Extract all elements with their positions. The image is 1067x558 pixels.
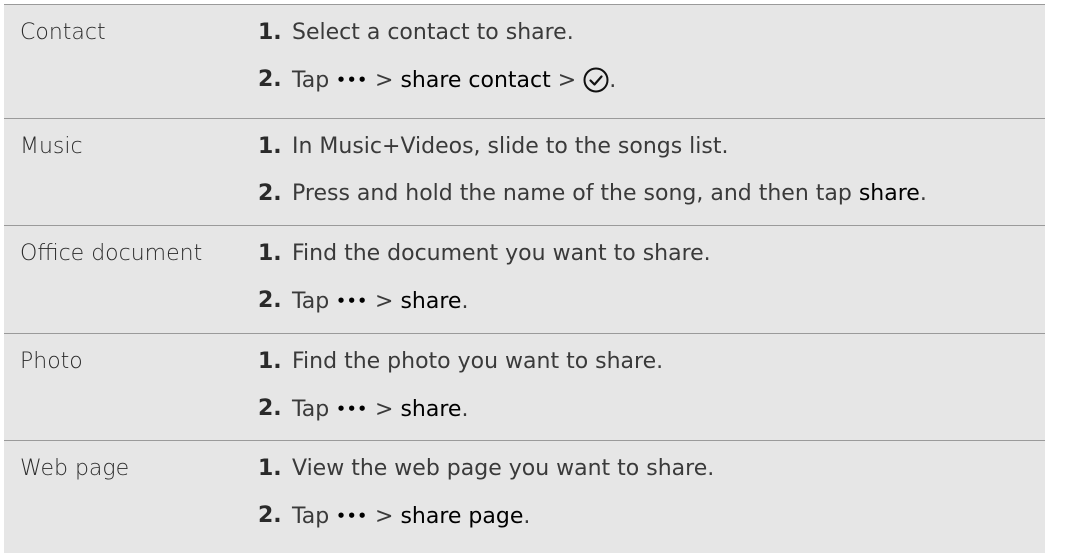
steps-list: 1. Find the photo you want to share. 2. … bbox=[258, 349, 1048, 443]
step-prefix: Tap bbox=[292, 289, 330, 314]
step-2: 2. Tap ••• > share. bbox=[258, 288, 1048, 314]
separator: > bbox=[375, 504, 394, 529]
step-number: 1. bbox=[258, 456, 282, 481]
step-2: 2. Press and hold the name of the song, … bbox=[258, 181, 1048, 207]
table-row-office-document: Office document 1. Find the document you… bbox=[4, 225, 1048, 336]
separator: > bbox=[375, 68, 394, 93]
item-label: Music bbox=[20, 134, 83, 159]
step-text: Select a contact to share. bbox=[292, 20, 574, 45]
step-text: View the web page you want to share. bbox=[292, 456, 715, 481]
step-2: 2. Tap ••• > share contact > . bbox=[258, 67, 1048, 93]
step-number: 2. bbox=[258, 181, 282, 206]
step-prefix: Tap bbox=[292, 397, 330, 422]
step-1: 1. View the web page you want to share. bbox=[258, 456, 1048, 482]
step-text: Tap ••• > share. bbox=[292, 288, 468, 315]
table-row-photo: Photo 1. Find the photo you want to shar… bbox=[4, 333, 1048, 443]
step-number: 2. bbox=[258, 288, 282, 313]
step-text: Press and hold the name of the song, and… bbox=[292, 181, 927, 207]
step-2: 2. Tap ••• > share page. bbox=[258, 503, 1048, 529]
step-prefix: Tap bbox=[292, 504, 330, 529]
step-text: Find the document you want to share. bbox=[292, 241, 711, 266]
table-row-music: Music 1. In Music+Videos, slide to the s… bbox=[4, 118, 1048, 228]
table-row-web-page: Web page 1. View the web page you want t… bbox=[4, 440, 1045, 553]
step-number: 1. bbox=[258, 20, 282, 45]
step-number: 1. bbox=[258, 241, 282, 266]
step-number: 2. bbox=[258, 396, 282, 421]
step-1: 1. Find the photo you want to share. bbox=[258, 349, 1048, 375]
step-1: 1. Find the document you want to share. bbox=[258, 241, 1048, 267]
step-text: Tap ••• > share page. bbox=[292, 503, 530, 530]
more-dots-icon: ••• bbox=[336, 71, 369, 89]
more-dots-icon: ••• bbox=[336, 292, 369, 310]
step-number: 2. bbox=[258, 67, 282, 92]
more-dots-icon: ••• bbox=[336, 400, 369, 418]
step-prefix: Press and hold the name of the song, and… bbox=[292, 181, 852, 206]
step-number: 1. bbox=[258, 134, 282, 159]
steps-list: 1. View the web page you want to share. … bbox=[258, 456, 1048, 550]
step-2: 2. Tap ••• > share. bbox=[258, 396, 1048, 422]
steps-list: 1. Select a contact to share. 2. Tap •••… bbox=[258, 20, 1048, 114]
step-suffix: . bbox=[461, 397, 469, 422]
step-number: 2. bbox=[258, 503, 282, 528]
step-text: In Music+Videos, slide to the songs list… bbox=[292, 134, 729, 159]
table-row-contact: Contact 1. Select a contact to share. 2.… bbox=[4, 4, 1048, 121]
step-suffix: . bbox=[461, 289, 469, 314]
step-suffix: . bbox=[523, 504, 531, 529]
step-suffix: . bbox=[609, 68, 617, 93]
item-label: Contact bbox=[20, 20, 106, 45]
share-instructions-table: Contact 1. Select a contact to share. 2.… bbox=[4, 4, 1045, 553]
steps-list: 1. In Music+Videos, slide to the songs l… bbox=[258, 134, 1048, 228]
action-label: share bbox=[400, 289, 462, 314]
item-label: Office document bbox=[20, 241, 203, 266]
step-prefix: Tap bbox=[292, 68, 330, 93]
action-label: share contact bbox=[400, 68, 551, 93]
steps-list: 1. Find the document you want to share. … bbox=[258, 241, 1048, 335]
separator: > bbox=[375, 397, 394, 422]
step-text: Tap ••• > share contact > . bbox=[292, 67, 616, 94]
step-1: 1. In Music+Videos, slide to the songs l… bbox=[258, 134, 1048, 160]
check-circle-icon bbox=[583, 67, 609, 93]
item-label: Web page bbox=[20, 456, 130, 481]
more-dots-icon: ••• bbox=[336, 507, 369, 525]
step-suffix: . bbox=[919, 181, 927, 206]
action-label: share bbox=[400, 397, 462, 422]
action-label: share bbox=[858, 181, 920, 206]
separator: > bbox=[557, 68, 577, 93]
step-text: Find the photo you want to share. bbox=[292, 349, 664, 374]
item-label: Photo bbox=[20, 349, 83, 374]
step-text: Tap ••• > share. bbox=[292, 396, 468, 423]
step-number: 1. bbox=[258, 349, 282, 374]
action-label: share page bbox=[400, 504, 524, 529]
step-1: 1. Select a contact to share. bbox=[258, 20, 1048, 46]
separator: > bbox=[375, 289, 394, 314]
